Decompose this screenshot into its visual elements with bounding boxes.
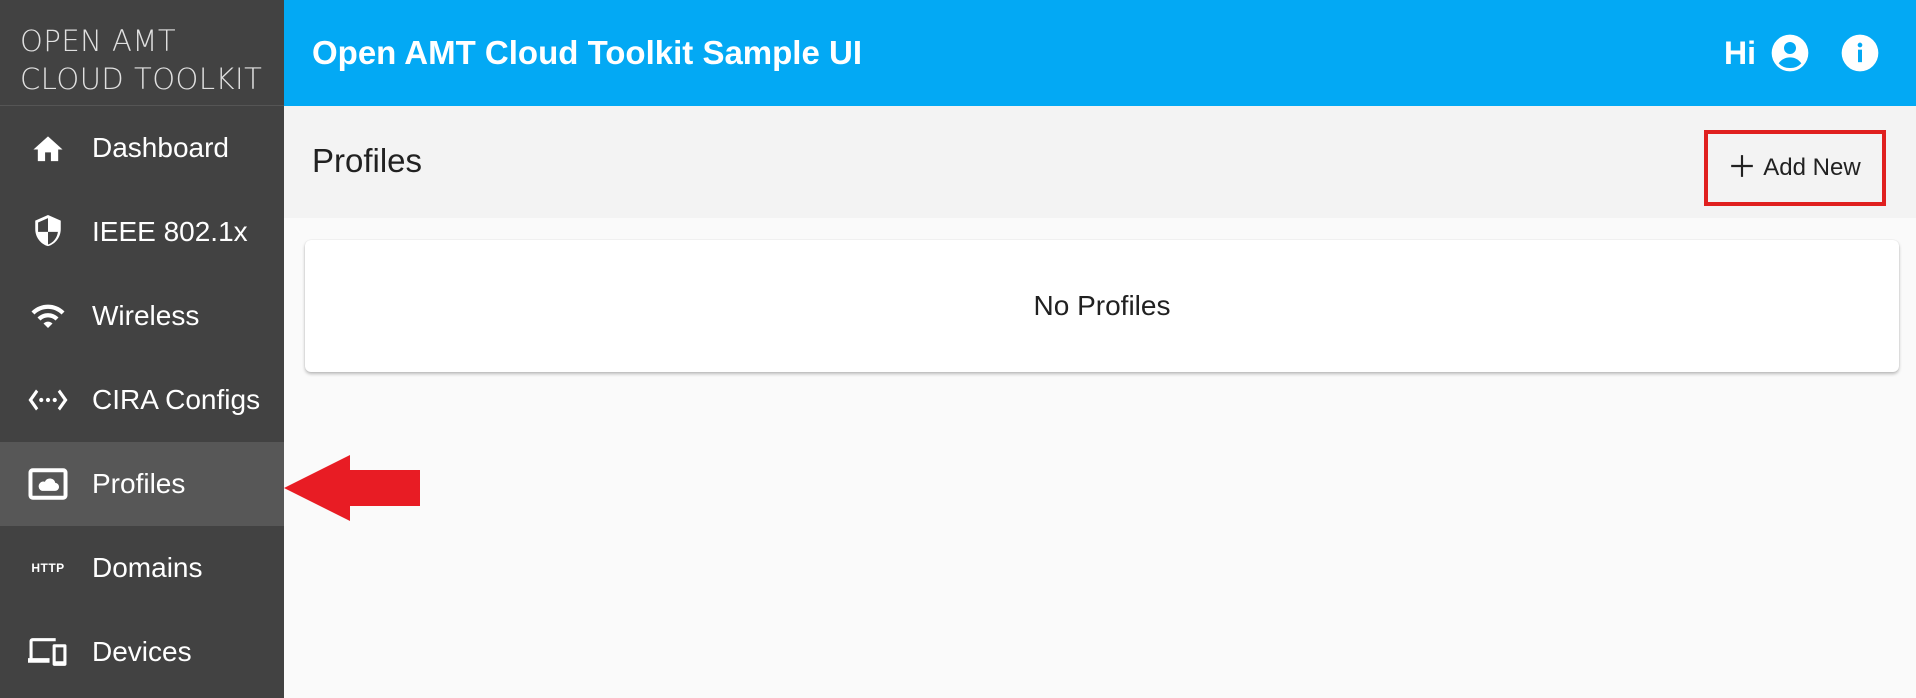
sidebar-item-label: CIRA Configs — [92, 384, 261, 415]
sidebar: OPEN AMT CLOUD TOOLKIT Dashboard IEEE 80… — [0, 0, 284, 698]
app-title: Open AMT Cloud Toolkit Sample UI — [312, 34, 862, 71]
app-root: OPEN AMT CLOUD TOOLKIT Dashboard IEEE 80… — [0, 0, 1916, 698]
topbar-actions: Hi — [1724, 0, 1882, 106]
red-arrow-annotation — [284, 455, 420, 521]
add-new-label: Add New — [1763, 154, 1861, 181]
shield-icon — [28, 212, 68, 252]
page-title: Profiles — [312, 142, 423, 179]
sidebar-item-label: IEEE 802.1x — [92, 216, 248, 247]
sidebar-item-ieee[interactable]: IEEE 802.1x — [0, 190, 284, 274]
sidebar-item-wireless[interactable]: Wireless — [0, 274, 284, 358]
http-icon-text: HTTP — [31, 561, 65, 575]
sidebar-item-label: Domains — [92, 552, 203, 583]
devices-icon — [28, 632, 68, 672]
page-header: Profiles Add New — [284, 106, 1916, 218]
sidebar-item-label: Profiles — [92, 468, 186, 499]
info-icon[interactable] — [1838, 31, 1882, 75]
http-icon: HTTP — [28, 548, 68, 588]
home-icon — [28, 128, 68, 168]
brand-line-2: CLOUD TOOLKIT — [20, 62, 263, 96]
top-app-bar: Open AMT Cloud Toolkit Sample UI — [284, 0, 1916, 106]
sidebar-item-cira-configs[interactable]: CIRA Configs — [0, 358, 284, 442]
profiles-empty-card: No Profiles — [305, 240, 1899, 372]
wifi-icon — [28, 296, 68, 336]
brand-line-1: OPEN AMT — [20, 24, 177, 58]
sidebar-item-label: Dashboard — [92, 132, 229, 163]
sidebar-item-label: Devices — [92, 636, 192, 667]
greeting-text: Hi — [1724, 34, 1756, 71]
plus-icon — [1729, 153, 1755, 184]
sidebar-item-label: Wireless — [92, 300, 200, 331]
sidebar-item-domains[interactable]: HTTP Domains — [0, 526, 284, 610]
brand-logo: OPEN AMT CLOUD TOOLKIT — [0, 0, 284, 106]
settings-ethernet-icon — [28, 380, 68, 420]
sidebar-item-profiles[interactable]: Profiles — [0, 442, 284, 526]
sidebar-item-dashboard[interactable]: Dashboard — [0, 106, 284, 190]
cloud-box-icon — [28, 464, 68, 504]
sidebar-item-devices[interactable]: Devices — [0, 610, 284, 694]
account-circle-icon[interactable] — [1768, 31, 1812, 75]
add-new-button[interactable]: Add New — [1704, 130, 1886, 206]
empty-state-message: No Profiles — [1033, 290, 1171, 321]
